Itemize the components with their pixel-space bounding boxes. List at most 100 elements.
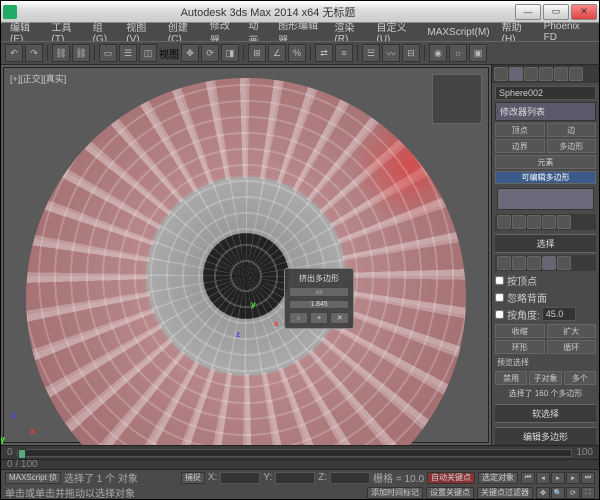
preview-subobj-button[interactable]: 子对象 <box>529 371 561 385</box>
stack-unique-icon[interactable] <box>527 215 541 229</box>
menu-maxscript[interactable]: MAXScript(M) <box>422 26 494 39</box>
caddy-ok-button[interactable]: ○ <box>289 312 308 324</box>
ring-button[interactable]: 环形 <box>495 340 545 354</box>
schematic-button[interactable]: ⊟ <box>402 44 420 62</box>
by-angle-checkbox[interactable]: 按角度: <box>495 307 540 322</box>
grow-button[interactable]: 扩大 <box>547 324 597 338</box>
y-coord-field[interactable] <box>275 472 315 484</box>
preview-off-button[interactable]: 禁用 <box>495 371 527 385</box>
select-region-button[interactable]: ◫ <box>139 44 157 62</box>
trackbar[interactable]: 0 / 100 <box>1 459 599 469</box>
caddy-type-button[interactable]: ▭ <box>289 287 349 297</box>
z-coord-field[interactable] <box>330 472 370 484</box>
shrink-button[interactable]: 收缩 <box>495 324 545 338</box>
next-frame-button[interactable]: ▸ <box>566 472 580 484</box>
nav-zoom-icon[interactable]: 🔍 <box>551 487 565 499</box>
unlink-button[interactable]: ⛓ <box>72 44 90 62</box>
mode-edge[interactable]: 边 <box>547 123 597 137</box>
selection-rollout-header[interactable]: 选择 <box>495 234 596 253</box>
loop-button[interactable]: 循环 <box>547 340 597 354</box>
tab-create[interactable] <box>494 67 508 81</box>
select-name-button[interactable]: ☰ <box>119 44 137 62</box>
goto-start-button[interactable]: ⏮ <box>521 472 535 484</box>
caddy-cancel-button[interactable]: ✕ <box>330 312 349 324</box>
subobj-polygon-icon[interactable] <box>542 256 556 270</box>
modifier-list-dropdown[interactable]: 修改器列表 <box>495 102 596 121</box>
mode-element[interactable]: 元素 <box>495 155 596 169</box>
mode-vertex[interactable]: 顶点 <box>495 123 545 137</box>
angle-spinner[interactable] <box>542 307 576 321</box>
timeline-end: 100 <box>576 447 593 458</box>
time-marker[interactable] <box>18 449 26 459</box>
prev-frame-button[interactable]: ◂ <box>536 472 550 484</box>
dome-model[interactable] <box>26 78 466 445</box>
scale-button[interactable]: ◨ <box>221 44 239 62</box>
move-button[interactable]: ✥ <box>181 44 199 62</box>
tab-hierarchy[interactable] <box>524 67 538 81</box>
maxscript-listener-button[interactable]: MAXScript 侦 <box>5 472 61 484</box>
stack-config-icon[interactable] <box>557 215 571 229</box>
edit-polygons-rollout-header[interactable]: 编辑多边形 <box>495 427 596 445</box>
nav-pan-icon[interactable]: ✥ <box>536 487 550 499</box>
preview-sel-label: 预览选择 <box>495 356 596 369</box>
tab-utilities[interactable] <box>569 67 583 81</box>
setkey-button[interactable]: 设置关键点 <box>426 487 474 499</box>
subobj-border-icon[interactable] <box>527 256 541 270</box>
stack-pin-icon[interactable] <box>497 215 511 229</box>
curve-editor-button[interactable]: 〰 <box>382 44 400 62</box>
subobj-element-icon[interactable] <box>557 256 571 270</box>
caddy-amount-spinner[interactable]: 1.845 <box>289 300 349 309</box>
close-button[interactable]: ✕ <box>571 4 597 20</box>
preview-multi-button[interactable]: 多个 <box>564 371 596 385</box>
stack-item-editable-poly[interactable]: 可编辑多边形 <box>495 171 596 184</box>
render-button[interactable]: ▣ <box>469 44 487 62</box>
tab-display[interactable] <box>554 67 568 81</box>
time-slider[interactable]: 0 100 <box>1 445 599 459</box>
mode-polygon[interactable]: 多边形 <box>547 139 597 153</box>
material-editor-button[interactable]: ◉ <box>429 44 447 62</box>
autokey-button[interactable]: 自动关键点 <box>427 472 475 484</box>
tab-motion[interactable] <box>539 67 553 81</box>
keyfilter-button[interactable]: 关键点过滤器 <box>477 487 533 499</box>
render-setup-button[interactable]: ☼ <box>449 44 467 62</box>
align-button[interactable]: ≡ <box>335 44 353 62</box>
rotate-button[interactable]: ⟳ <box>201 44 219 62</box>
x-coord-field[interactable] <box>220 472 260 484</box>
stack-remove-icon[interactable] <box>542 215 556 229</box>
tab-modify[interactable] <box>509 67 523 81</box>
link-button[interactable]: ⛓ <box>52 44 70 62</box>
layers-button[interactable]: ☱ <box>362 44 380 62</box>
viewport-label[interactable]: [+][正交][真实] <box>10 72 66 85</box>
ignore-backfacing-checkbox[interactable]: 忽略背面 <box>495 290 596 305</box>
addtime-button[interactable]: 添加时间标记 <box>367 487 423 499</box>
soft-selection-rollout-header[interactable]: 软选择 <box>495 404 596 423</box>
percent-snap-button[interactable]: % <box>288 44 306 62</box>
subobj-edge-icon[interactable] <box>512 256 526 270</box>
snap-button[interactable]: ⊞ <box>248 44 266 62</box>
nav-orbit-icon[interactable]: ⟳ <box>566 487 580 499</box>
maximize-button[interactable]: ▭ <box>543 4 569 20</box>
angle-snap-button[interactable]: ∠ <box>268 44 286 62</box>
undo-button[interactable]: ↶ <box>5 44 23 62</box>
select-button[interactable]: ▭ <box>99 44 117 62</box>
timeline-track[interactable] <box>17 449 573 457</box>
viewport[interactable]: [+][正交][真实] 挤出多边形 ▭ 1.845 ○ + ✕ xyz x <box>3 67 489 443</box>
object-name-field[interactable] <box>495 86 596 100</box>
goto-end-button[interactable]: ⏭ <box>581 472 595 484</box>
redo-button[interactable]: ↷ <box>25 44 43 62</box>
viewcube[interactable] <box>432 74 482 124</box>
stack-show-icon[interactable] <box>512 215 526 229</box>
stack-area[interactable] <box>497 188 594 210</box>
caddy-apply-button[interactable]: + <box>310 312 329 324</box>
selection-filter-dropdown[interactable]: 视图 <box>159 46 179 61</box>
subobj-vertex-icon[interactable] <box>497 256 511 270</box>
snap-toggle[interactable]: 捕捉 <box>181 472 205 484</box>
play-button[interactable]: ▸ <box>551 472 565 484</box>
mirror-button[interactable]: ⇄ <box>315 44 333 62</box>
mode-border[interactable]: 边界 <box>495 139 545 153</box>
by-vertex-checkbox[interactable]: 按顶点 <box>495 273 596 288</box>
main-toolbar: ↶ ↷ ⛓ ⛓ ▭ ☰ ◫ 视图 ✥ ⟳ ◨ ⊞ ∠ % ⇄ ≡ ☱ 〰 ⊟ ◉… <box>1 41 599 65</box>
nav-max-icon[interactable]: ⛶ <box>581 487 595 499</box>
timeline-start: 0 <box>7 447 13 458</box>
selected-set-dropdown[interactable]: 选定对象 <box>478 472 518 484</box>
